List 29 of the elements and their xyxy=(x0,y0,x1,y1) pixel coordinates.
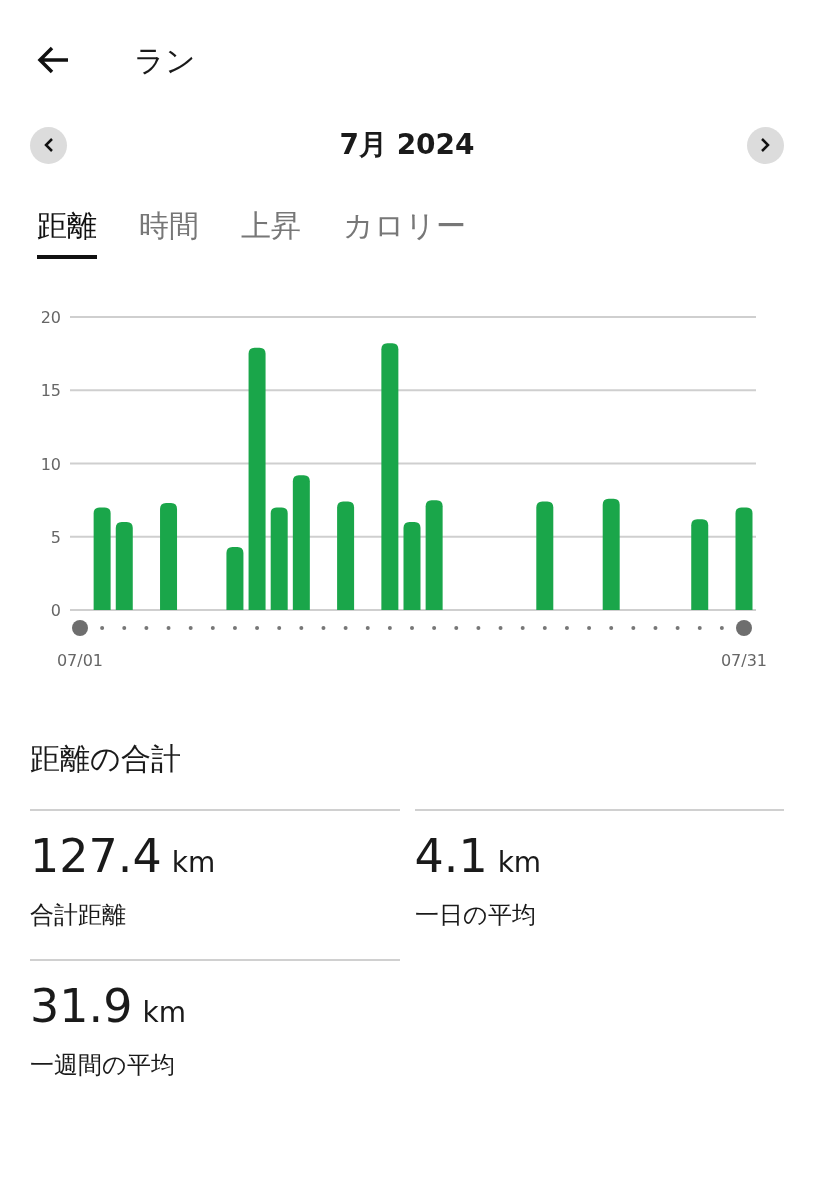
stat-value: 127.4 xyxy=(30,833,162,879)
back-arrow-icon[interactable] xyxy=(36,45,70,75)
axis-label: 20 xyxy=(40,308,61,327)
axis-label: 07/31 xyxy=(720,651,768,670)
stat-label: 合計距離 xyxy=(30,900,127,931)
page-title: ラン xyxy=(134,41,196,80)
stat-label: 一週間の平均 xyxy=(30,1050,176,1081)
axis-label: 15 xyxy=(40,381,61,401)
next-month-button[interactable] xyxy=(747,126,784,164)
tab[interactable]: 距離 xyxy=(37,195,97,259)
bar xyxy=(226,547,244,610)
tab[interactable]: 上昇 xyxy=(241,195,301,259)
stat-value: 4.1 xyxy=(414,833,488,879)
chevron-left-icon xyxy=(43,138,54,152)
chevron-right-icon xyxy=(760,138,771,152)
stat-label: 一日の平均 xyxy=(414,900,537,931)
stat-unit: km xyxy=(497,849,542,877)
month-label: 7月 2024 xyxy=(339,127,475,163)
axis-label: 10 xyxy=(40,454,61,474)
stat-value: 31.9 xyxy=(30,983,133,1029)
section-title: 距離の合計 xyxy=(29,740,182,778)
axis-label: 07/01 xyxy=(56,651,104,670)
stat-unit: km xyxy=(171,849,216,877)
axis-label: 5 xyxy=(50,527,61,547)
tab[interactable]: 時間 xyxy=(139,195,199,259)
axis-label: 0 xyxy=(50,601,61,620)
tab[interactable]: カロリー xyxy=(343,195,466,259)
stat-unit: km xyxy=(142,999,186,1027)
previous-month-button[interactable] xyxy=(30,126,67,164)
